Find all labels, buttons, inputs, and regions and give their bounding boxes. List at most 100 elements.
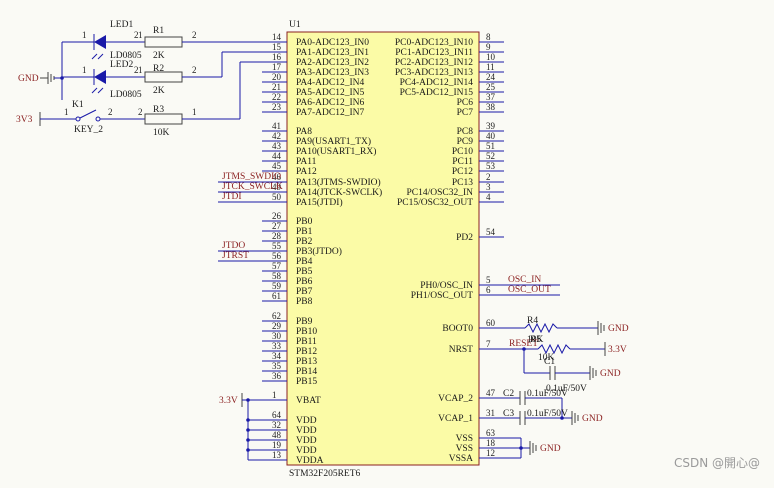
svg-text:2: 2: [108, 107, 113, 117]
boot-reset-circuit: R4 10K GND RESET R5 10K 3.3V C1 0.1uF/50…: [479, 316, 629, 394]
mcu-pin-name: VCAP_1: [438, 414, 473, 424]
mcu-pin-name: PA15(JTDI): [296, 197, 343, 208]
v33-label-reset: 3.3V: [608, 345, 627, 355]
mcu-pin-name: PC5-ADC12_IN15: [400, 88, 474, 98]
r2-value: 2K: [153, 86, 165, 96]
mcu-pin-name: PC2-ADC123_IN12: [395, 58, 473, 68]
mcu-pin-number: 33: [272, 341, 282, 351]
mcu-pin-number: 10: [486, 52, 496, 62]
mcu-pin-number: 3: [486, 182, 491, 192]
mcu-pin-name: PB9: [296, 317, 313, 327]
mcu-pin-number: 60: [486, 318, 496, 328]
led1-diode-icon: [94, 35, 106, 49]
mcu-pin-number: 28: [272, 231, 282, 241]
mcu-pin-name: PB0: [296, 217, 313, 227]
mcu-pin-number: 20: [272, 72, 282, 82]
mcu-pin-number: 17: [272, 62, 282, 72]
mcu-pin-number: 53: [486, 161, 496, 171]
gnd-label-boot: GND: [608, 324, 629, 334]
r3-resistor-icon: [144, 113, 183, 125]
r3-value: 10K: [153, 128, 170, 138]
svg-text:1: 1: [64, 107, 69, 117]
mcu-pin-number: 63: [486, 428, 496, 438]
mcu-pin-number: 44: [272, 151, 282, 161]
mcu-pin-number: 32: [272, 420, 281, 430]
mcu-pin-number: 37: [486, 92, 496, 102]
r5-resistor-icon: [537, 343, 571, 355]
svg-text:1: 1: [192, 107, 197, 117]
mcu-pin-number: 11: [486, 62, 495, 72]
mcu-pin-name: PC3-ADC123_IN13: [395, 68, 473, 78]
k1-value: KEY_2: [74, 125, 103, 135]
mcu-pin-number: 12: [486, 448, 495, 458]
mcu-pin-name: PC0-ADC123_IN10: [395, 38, 473, 48]
mcu-pin-number: 36: [272, 371, 282, 381]
mcu-pin-number: 41: [272, 121, 281, 131]
gnd-label-reset: GND: [600, 369, 621, 379]
mcu-pin-number: 15: [272, 42, 282, 52]
mcu-pin-name: PA12: [296, 167, 317, 177]
osc-net-labels: OSC_IN OSC_OUT: [479, 275, 560, 296]
r1-ref: R1: [153, 26, 164, 36]
mcu-pin-number: 24: [486, 72, 496, 82]
mcu-pin-name: PA5-ADC12_IN5: [296, 88, 365, 98]
net-osc-out: OSC_OUT: [508, 285, 551, 295]
mcu-pin-number: 23: [272, 102, 282, 112]
mcu-pin-name: PB2: [296, 237, 313, 247]
mcu-pin-name: BOOT0: [442, 324, 473, 334]
mcu-pin-number: 30: [272, 331, 282, 341]
led2-value: LD0805: [110, 90, 142, 100]
mcu-pin-number: 13: [272, 450, 282, 460]
mcu-pin-name: PH1/OSC_OUT: [411, 291, 473, 301]
mcu-ref-label: U1: [289, 20, 301, 30]
mcu-pin-number: 26: [272, 211, 282, 221]
c1-ref: C1: [544, 357, 555, 367]
k1-ref: K1: [72, 100, 84, 110]
schematic-canvas: U1 STM32F205RET6 14PA0-ADC123_IN015PA1-A…: [16, 20, 629, 479]
mcu-pin-number: 39: [486, 121, 496, 131]
mcu-pin-number: 27: [272, 221, 282, 231]
mcu-pin-name: PA0-ADC123_IN0: [296, 38, 369, 48]
mcu-pin-name: NRST: [449, 345, 473, 355]
mcu-pin-number: 43: [272, 141, 282, 151]
mcu-pin-name: PA6-ADC12_IN6: [296, 98, 365, 108]
mcu-pin-number: 58: [272, 271, 282, 281]
mcu-pin-number: 38: [486, 102, 496, 112]
mcu-pin-number: 47: [486, 388, 496, 398]
mcu-pin-name: PA7-ADC12_IN7: [296, 108, 365, 118]
mcu-pin-number: 56: [272, 251, 282, 261]
mcu-pin-name: PD2: [456, 233, 473, 243]
mcu-pin-number: 16: [272, 52, 282, 62]
mcu-pin-name: PA8: [296, 127, 312, 137]
mcu-pin-number: 55: [272, 241, 282, 251]
svg-text:1: 1: [82, 65, 87, 75]
c2-ref: C2: [503, 389, 514, 399]
mcu-pin-number: 22: [272, 92, 281, 102]
mcu-pin-number: 5: [486, 275, 491, 285]
mcu-pin-name: PC12: [452, 167, 473, 177]
mcu-pin-number: 52: [486, 151, 495, 161]
mcu-pin-number: 42: [272, 131, 281, 141]
svg-text:1: 1: [138, 30, 143, 40]
c3-ref: C3: [503, 409, 514, 419]
net-jtms: JTMS_SWDIO: [222, 172, 281, 182]
mcu-pin-name: PA14(JTCK-SWCLK): [296, 187, 382, 198]
watermark: CSDN @開心@: [673, 456, 760, 470]
mcu-pin-name: VDDA: [296, 456, 324, 466]
mcu-pin-name: VDD: [296, 446, 317, 456]
mcu-pin-number: 7: [486, 339, 491, 349]
mcu-pin-number: 62: [272, 311, 281, 321]
mcu-pin-number: 34: [272, 351, 282, 361]
mcu-pin-name: PB10: [296, 327, 317, 337]
mcu-pin-name: PC6: [457, 98, 474, 108]
mcu-pin-name: PB13: [296, 357, 317, 367]
mcu-pin-number: 48: [272, 430, 282, 440]
mcu-pin-number: 6: [486, 285, 491, 295]
mcu-pin-number: 8: [486, 32, 491, 42]
svg-text:1: 1: [82, 30, 87, 40]
net-osc-in: OSC_IN: [508, 275, 541, 285]
mcu-pin-number: 31: [486, 408, 495, 418]
mcu-pin-name: PA13(JTMS-SWDIO): [296, 177, 381, 188]
net-jtck: JTCK_SWCLK: [222, 182, 283, 192]
gnd-label-left: GND: [18, 74, 39, 84]
